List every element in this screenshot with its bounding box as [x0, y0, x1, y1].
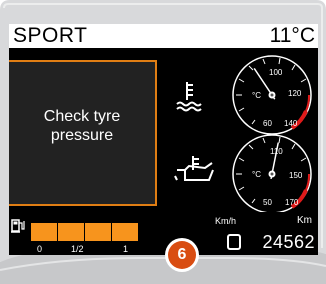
callout-number: 6 [168, 241, 196, 269]
coolant-tick-min: 60 [263, 119, 272, 128]
coolant-temperature-icon [176, 82, 202, 112]
odometer-unit: Km [297, 215, 312, 226]
oil-unit: °C [252, 170, 261, 179]
oil-tick-max: 170 [285, 198, 299, 207]
speed-unit: Km/h [215, 216, 237, 226]
display-screen: SPORT 11°C Check tyre pressure °C 60 100… [9, 24, 318, 255]
fuel-level-bar [31, 223, 138, 241]
oil-tick-150: 150 [289, 171, 303, 180]
oil-temperature-icon [174, 156, 214, 181]
info-bar: 0 1/2 1 Km/h Km 24562 [9, 212, 318, 255]
coolant-tick-120: 120 [288, 89, 302, 98]
coolant-tick-max: 140 [284, 119, 298, 128]
oil-gauge: °C 50 110 150 170 [232, 134, 312, 214]
fuel-label-empty: 0 [37, 244, 43, 254]
oil-tick-min: 50 [263, 198, 272, 207]
coolant-unit: °C [252, 91, 261, 100]
fuel-segment [85, 223, 111, 241]
coolant-tick-100: 100 [269, 68, 283, 77]
odometer-value: 24562 [262, 232, 315, 252]
fuel-segment [112, 223, 138, 241]
fuel-pump-icon [11, 219, 25, 233]
callout-marker: 6 [165, 238, 199, 272]
fuel-segment [58, 223, 84, 241]
coolant-gauge: °C 60 100 120 140 [232, 55, 312, 135]
fuel-label-half: 1/2 [71, 244, 84, 254]
speed-indicator [227, 234, 241, 250]
fuel-label-full: 1 [123, 244, 129, 254]
instrument-cluster: SPORT 11°C Check tyre pressure °C 60 100… [0, 0, 326, 284]
fuel-segment [31, 223, 57, 241]
